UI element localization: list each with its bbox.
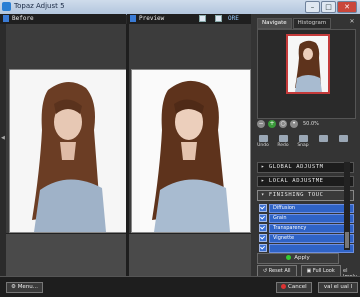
snap-label: Snap — [297, 143, 309, 148]
close-icon[interactable]: ✕ — [348, 18, 356, 26]
before-photo — [9, 69, 127, 233]
undo-button[interactable]: Undo — [257, 135, 269, 148]
before-header: Before — [0, 14, 126, 24]
checkbox[interactable] — [259, 214, 267, 222]
checkbox[interactable] — [259, 204, 267, 212]
preview-pane — [129, 24, 251, 276]
redo-icon — [278, 135, 288, 142]
navigator-thumbnail[interactable] — [286, 34, 330, 94]
cancel-label: Cancel — [288, 284, 307, 290]
item-vignette[interactable]: Vignette — [269, 233, 354, 243]
single-view-icon[interactable] — [199, 15, 206, 22]
comment-icon — [318, 135, 328, 142]
tab-navigate[interactable]: Navigate — [257, 18, 292, 29]
zoom-value: 50.0% — [303, 121, 319, 127]
section-label: LOCAL ADJUSTME — [268, 178, 324, 184]
cancel-button[interactable]: Cancel — [276, 282, 312, 293]
tab-histogram[interactable]: Histogram — [292, 18, 332, 29]
footer-bar: ⚙ Menu... Cancel val el ual l — [0, 276, 360, 297]
close-button[interactable]: ✕ — [337, 1, 357, 13]
image-icon — [130, 15, 136, 22]
checkbox[interactable] — [259, 234, 267, 242]
app-icon — [2, 2, 11, 11]
menu-label: Menu... — [17, 284, 39, 290]
section-label: GLOBAL ADJUSTM — [268, 164, 324, 170]
split-view-icon[interactable] — [215, 15, 222, 22]
preview-header: Preview ORE — [127, 14, 251, 24]
preview-label: Preview — [139, 15, 165, 22]
snap-button[interactable]: Snap — [297, 135, 309, 148]
preview-pane-footer — [129, 233, 251, 276]
image-icon — [3, 15, 9, 22]
undo-icon — [258, 135, 268, 142]
list-item[interactable]: Diffusion — [259, 203, 354, 213]
reset-label: Reset All — [268, 268, 291, 274]
full-look-label: Full Look — [312, 268, 335, 274]
before-label: Before — [12, 15, 34, 22]
redo-button[interactable]: Redo — [277, 135, 289, 148]
list-item[interactable]: Vignette — [259, 233, 354, 243]
help-icon — [338, 135, 348, 142]
section-global-adjustments[interactable]: ▸ GLOBAL ADJUSTM — [257, 162, 354, 173]
ok-button[interactable]: val el ual l — [318, 282, 358, 293]
right-panel: Navigate Histogram ✕ − + ○ • 50.0% Undo … — [251, 14, 360, 277]
checkbox[interactable] — [259, 244, 267, 252]
title-bar: Topaz Adjust 5 – □ ✕ — [0, 0, 360, 15]
apply-button[interactable]: Apply — [257, 253, 339, 264]
menu-button[interactable]: ⚙ Menu... — [6, 282, 44, 293]
tool-button-4[interactable] — [317, 135, 329, 148]
section-label: FINISHING TOUC — [268, 192, 324, 198]
apply-label: Apply — [294, 255, 310, 261]
redo-label: Redo — [277, 143, 289, 148]
navigator-box — [257, 29, 356, 119]
item-transparency[interactable]: Transparency — [269, 223, 354, 233]
scrollbar[interactable] — [344, 162, 350, 250]
list-item[interactable] — [259, 243, 354, 253]
minimize-button[interactable]: – — [305, 1, 320, 13]
zoom-fit-icon[interactable]: ○ — [279, 120, 287, 128]
list-item[interactable]: Grain — [259, 213, 354, 223]
check-icon — [286, 255, 292, 260]
zoom-out-icon[interactable]: − — [257, 120, 265, 128]
item-grain[interactable]: Grain — [269, 213, 354, 223]
zoom-actual-icon[interactable]: • — [290, 120, 298, 128]
scrollbar-thumb[interactable] — [345, 232, 349, 248]
zoom-in-icon[interactable]: + — [268, 120, 276, 128]
preview-photo[interactable] — [131, 69, 251, 233]
collapse-left-icon[interactable]: ◀ — [1, 135, 5, 141]
window-title: Topaz Adjust 5 — [14, 2, 65, 10]
item-more[interactable] — [269, 243, 354, 253]
before-pane — [6, 24, 127, 276]
undo-label: Undo — [257, 143, 269, 148]
section-finishing-touches[interactable]: ▾ FINISHING TOUC — [257, 190, 354, 201]
maximize-button[interactable]: □ — [321, 1, 336, 13]
section-local-adjustments[interactable]: ▸ LOCAL ADJUSTME — [257, 176, 354, 187]
before-pane-footer — [6, 233, 126, 276]
tool-button-5[interactable] — [337, 135, 349, 148]
compare-label[interactable]: ORE — [228, 15, 239, 22]
cancel-icon — [281, 284, 286, 289]
list-item[interactable]: Transparency — [259, 223, 354, 233]
snap-icon — [298, 135, 308, 142]
item-diffusion[interactable]: Diffusion — [269, 203, 354, 213]
checkbox[interactable] — [259, 224, 267, 232]
